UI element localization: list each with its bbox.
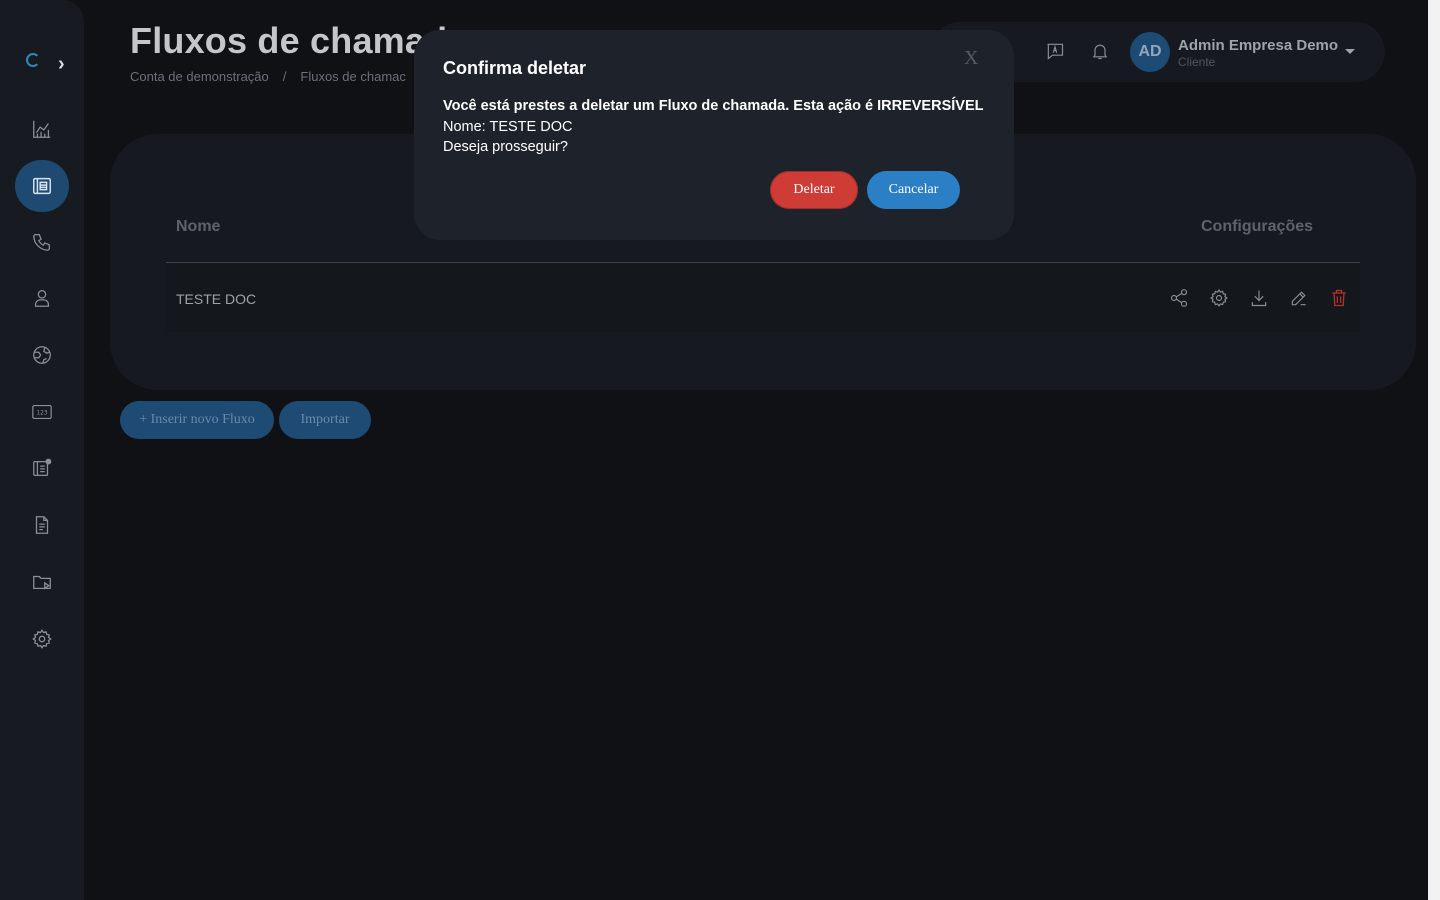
edit-icon	[1291, 291, 1306, 306]
sidebar-expand-chevron-icon[interactable]: ›	[58, 54, 74, 74]
user-menu-caret-icon[interactable]	[1345, 49, 1355, 54]
breadcrumb: Conta de demonstração / Fluxos de chamac	[130, 69, 406, 84]
avatar[interactable]: AD	[1130, 32, 1170, 72]
user-icon	[34, 290, 50, 307]
numbers-icon: 123	[32, 404, 52, 420]
sidebar-item-dashboard[interactable]	[15, 103, 69, 155]
page-title: Fluxos de chamad	[130, 20, 448, 61]
page-scrollbar[interactable]	[1428, 0, 1440, 900]
logo-icon	[26, 53, 40, 67]
gear-icon	[1210, 289, 1228, 307]
flows-icon	[33, 177, 51, 195]
modal-title: Confirma deletar	[443, 58, 587, 78]
sidebar-item-queues[interactable]	[15, 442, 69, 494]
breadcrumb-item-account[interactable]: Conta de demonstração	[130, 69, 269, 84]
flow-edit-button[interactable]	[1288, 287, 1310, 309]
queue-icon	[33, 458, 52, 476]
sidebar-item-numbers[interactable]: 123	[15, 386, 69, 438]
table-header-divider	[166, 262, 1360, 263]
delete-confirm-button[interactable]: Deletar	[770, 171, 858, 209]
modal-name-line: Nome: TESTE DOC	[443, 118, 573, 135]
column-header-settings: Configurações	[1201, 218, 1314, 235]
bell-icon[interactable]	[1090, 41, 1110, 61]
import-button[interactable]: Importar	[279, 401, 371, 439]
modal-close-button[interactable]: X	[964, 47, 978, 70]
sidebar-item-settings[interactable]	[15, 613, 69, 665]
download-icon	[1251, 290, 1267, 307]
trash-icon	[1332, 289, 1346, 307]
breadcrumb-item-flows: Fluxos de chamac	[300, 69, 406, 84]
sidebar-item-calls[interactable]	[15, 216, 69, 268]
sidebar-item-users[interactable]	[15, 272, 69, 324]
sidebar-item-web[interactable]	[15, 329, 69, 381]
media-folder-icon	[33, 575, 51, 590]
globe-icon	[33, 346, 51, 364]
svg-text:123: 123	[36, 409, 48, 416]
flow-settings-button[interactable]	[1208, 287, 1230, 309]
chart-icon	[33, 120, 51, 138]
sidebar-item-reports[interactable]	[15, 499, 69, 551]
document-icon	[35, 516, 49, 534]
cancel-button[interactable]: Cancelar	[867, 171, 960, 209]
column-header-name: Nome	[176, 218, 221, 235]
share-nodes-icon	[1170, 289, 1188, 307]
breadcrumb-separator: /	[282, 69, 287, 84]
flow-diagram-button[interactable]	[1168, 287, 1190, 309]
gear-icon	[32, 629, 52, 649]
sidebar: › 123	[0, 0, 84, 900]
user-role: Cliente	[1178, 55, 1216, 69]
modal-question: Deseja prosseguir?	[443, 139, 568, 155]
flow-delete-button[interactable]	[1328, 287, 1350, 309]
modal-body: Você está prestes a deletar um Fluxo de …	[443, 96, 983, 158]
row-flow-name: TESTE DOC	[176, 291, 257, 307]
flow-download-button[interactable]	[1248, 287, 1270, 309]
sidebar-item-flows[interactable]	[15, 160, 69, 212]
modal-warning-text: Você está prestes a deletar um Fluxo de …	[443, 98, 984, 114]
user-name[interactable]: Admin Empresa Demo	[1178, 37, 1338, 54]
phone-icon	[33, 234, 50, 251]
insert-flow-button[interactable]: + Inserir novo Fluxo	[120, 401, 274, 439]
sidebar-item-media[interactable]	[15, 556, 69, 608]
chat-icon[interactable]	[1045, 41, 1065, 61]
